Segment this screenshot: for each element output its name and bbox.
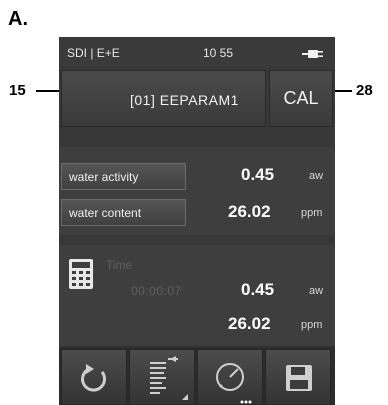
status-bar: SDI | E+E 10 55: [59, 37, 335, 67]
figure-label: A.: [8, 8, 28, 30]
water-activity-value: 0.45: [241, 165, 275, 184]
eeparam-button[interactable]: [01] EEPARAM1: [61, 70, 266, 127]
measurement-panel: water activity 0.45 aw water content 26.…: [59, 147, 335, 235]
plug-icon: [302, 50, 323, 58]
calc-water-activity-value: 0.45: [241, 280, 275, 299]
refresh-icon: [81, 364, 107, 392]
callout-28: 28: [356, 82, 373, 99]
time-value: 00:00:07: [131, 284, 182, 298]
save-button[interactable]: [265, 349, 331, 405]
save-icon: [286, 365, 312, 391]
calc-water-activity-unit: aw: [309, 285, 324, 297]
refresh-button[interactable]: [61, 349, 127, 405]
water-content-value: 26.02: [228, 202, 271, 221]
time-label: Time: [106, 258, 133, 272]
calculation-panel: Time 00:00:07 0.45 aw 26.02 ppm: [59, 245, 335, 345]
water-content-unit: ppm: [301, 207, 323, 219]
cal-button[interactable]: CAL: [269, 70, 333, 127]
water-content-label: water content: [69, 206, 142, 220]
list-options-icon: [150, 356, 188, 400]
list-options-button[interactable]: [129, 349, 195, 405]
bottom-toolbar: [59, 347, 335, 405]
calc-water-content-unit: ppm: [301, 319, 323, 331]
gauge-icon: [216, 363, 252, 404]
calc-water-content-value: 26.02: [228, 314, 271, 333]
eeparam-label: [01] EEPARAM1: [130, 92, 239, 108]
device-screen: SDI | E+E 10 55 [01] EEPARAM1 CAL water …: [59, 37, 335, 405]
water-activity-unit: aw: [309, 170, 324, 182]
callout-line-left: [36, 90, 60, 92]
status-time: 10 55: [203, 46, 234, 60]
callout-15: 15: [9, 82, 26, 99]
callout-line-right: [334, 90, 352, 92]
water-content-button[interactable]: water content: [61, 199, 186, 226]
water-activity-button[interactable]: water activity: [61, 163, 186, 190]
gauge-button[interactable]: [197, 349, 263, 405]
cal-label: CAL: [283, 88, 319, 108]
water-activity-label: water activity: [69, 170, 139, 184]
status-device-name: SDI | E+E: [67, 46, 120, 60]
calculator-icon: [69, 259, 93, 289]
